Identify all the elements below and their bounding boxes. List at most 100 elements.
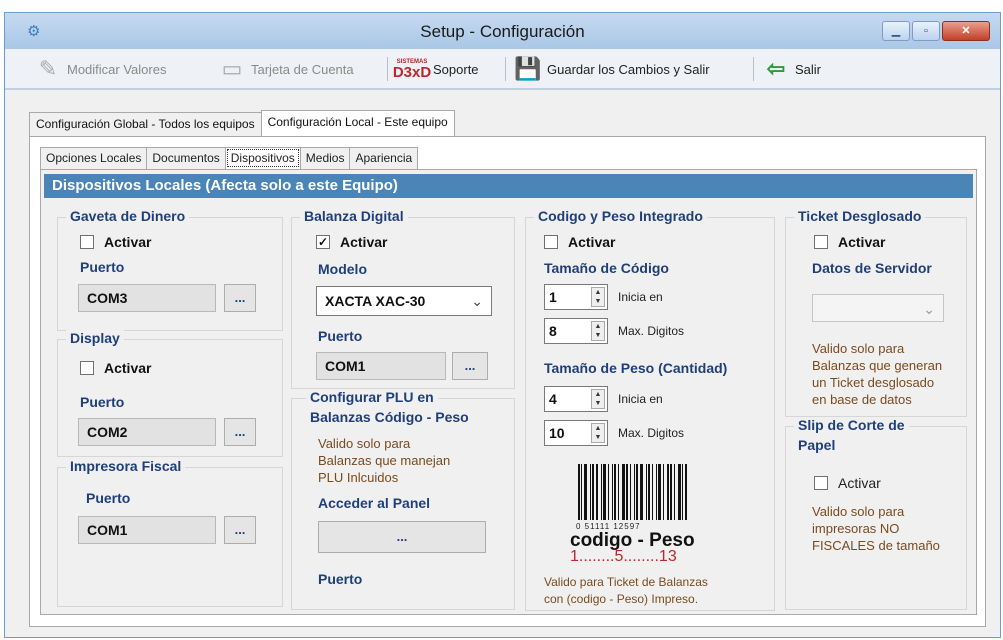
digital-scale-group: Balanza Digital ✓ Activar Modelo XACTA X… <box>291 208 515 389</box>
logo-main-text: D3xD <box>392 63 432 81</box>
tab-appearance[interactable]: Apariencia <box>349 147 419 169</box>
account-card-button[interactable]: ▭ Tarjeta de Cuenta <box>217 54 354 84</box>
fiscal-printer-port-field[interactable]: COM1 <box>78 516 216 544</box>
tab-local-options[interactable]: Opciones Locales <box>40 147 148 169</box>
group-title: Ticket Desglosado <box>794 208 926 224</box>
code-start-spinner[interactable]: 1 ▲ ▼ <box>544 284 608 310</box>
weight-max-label: Max. Digitos <box>618 426 685 440</box>
local-config-page: Opciones Locales Documentos Dispositivos… <box>29 136 986 627</box>
floppy-disk-icon: 💾 <box>514 56 542 81</box>
ticket-activate-checkbox[interactable]: Activar <box>814 234 885 250</box>
scale-activate-checkbox[interactable]: ✓ Activar <box>316 234 387 250</box>
barcode-bar <box>663 464 664 520</box>
modify-values-label: Modificar Valores <box>67 61 167 77</box>
itemized-ticket-group: Ticket Desglosado Activar Datos de Servi… <box>785 208 967 417</box>
note-line: Valido solo para <box>812 341 905 356</box>
spinner-arrows-icon[interactable]: ▲ ▼ <box>591 423 605 443</box>
display-port-field[interactable]: COM2 <box>78 418 216 446</box>
note-line: PLU Inlcuidos <box>318 470 399 485</box>
scale-port-field[interactable]: COM1 <box>316 352 446 380</box>
title-bar: ⚙ Setup - Configuración ▁ ▫ ✕ <box>5 13 1000 49</box>
tab-local-config[interactable]: Configuración Local - Este equipo <box>260 110 455 136</box>
access-panel-button[interactable]: ... <box>318 521 486 553</box>
sub-tab-strip: Opciones Locales Documentos Dispositivos… <box>40 147 419 169</box>
spinner-value: 8 <box>549 323 557 339</box>
barcode-bar <box>670 464 672 520</box>
weight-size-label: Tamaño de Peso (Cantidad) <box>544 360 728 376</box>
tab-documents[interactable]: Documentos <box>146 147 226 169</box>
exit-door-icon: ⇦ <box>766 56 786 81</box>
barcode-bar <box>608 464 609 520</box>
cash-drawer-port-field[interactable]: COM3 <box>78 284 216 312</box>
integrated-activate-checkbox[interactable]: Activar <box>544 234 615 250</box>
modify-values-button[interactable]: ✎ Modificar Valores <box>33 54 167 84</box>
tab-global-config[interactable]: Configuración Global - Todos los equipos <box>29 112 262 136</box>
d3xd-logo-icon: SISTEMAS D3xD <box>392 55 432 83</box>
spinner-arrows-icon[interactable]: ▲ ▼ <box>591 321 605 341</box>
note-line: Valido para Ticket de Balanzas <box>544 575 708 589</box>
note-line: Valido solo para <box>812 504 905 519</box>
note-line: Valido solo para <box>318 436 411 451</box>
spinner-value: 4 <box>549 391 557 407</box>
cash-drawer-activate-checkbox[interactable]: Activar <box>80 234 151 250</box>
cash-drawer-port-browse-button[interactable]: ... <box>224 284 256 312</box>
port-label: Puerto <box>318 328 363 344</box>
barcode-bar <box>640 464 643 520</box>
weight-max-spinner[interactable]: 10 ▲ ▼ <box>544 420 608 446</box>
barcode-bar <box>636 464 638 520</box>
display-port-browse-button[interactable]: ... <box>224 418 256 446</box>
close-button[interactable]: ✕ <box>942 21 990 41</box>
top-tab-strip: Configuración Global - Todos los equipos… <box>29 110 455 136</box>
toolbar-separator <box>505 57 506 81</box>
maximize-button[interactable]: ▫ <box>912 21 940 41</box>
server-data-label: Datos de Servidor <box>812 260 932 276</box>
barcode-bar <box>648 464 650 520</box>
slip-activate-checkbox[interactable]: Activar <box>814 475 881 491</box>
barcode-bar <box>678 464 681 520</box>
select-value: XACTA XAC-30 <box>325 293 426 309</box>
checkbox-box: ✓ <box>316 235 330 249</box>
port-label: Puerto <box>318 571 363 587</box>
note-line: Balanzas que generan <box>812 358 943 373</box>
plu-note: Valido solo para Balanzas que manejan PL… <box>318 435 450 486</box>
code-max-spinner[interactable]: 8 ▲ ▼ <box>544 318 608 344</box>
tab-media[interactable]: Medios <box>299 147 351 169</box>
weight-start-label: Inicia en <box>618 392 663 406</box>
barcode-bar <box>603 464 606 520</box>
scale-model-select[interactable]: XACTA XAC-30 ⌄ <box>316 286 492 316</box>
exit-button[interactable]: ⇦ Salir <box>761 54 821 84</box>
note-line: FISCALES de tamaño <box>812 538 940 553</box>
barcode-bar <box>656 464 657 520</box>
spinner-arrows-icon[interactable]: ▲ ▼ <box>591 287 605 307</box>
display-activate-checkbox[interactable]: Activar <box>80 360 151 376</box>
model-label: Modelo <box>318 261 367 277</box>
weight-start-spinner[interactable]: 4 ▲ ▼ <box>544 386 608 412</box>
card-icon: ▭ <box>221 56 243 81</box>
minimize-button[interactable]: ▁ <box>882 21 910 41</box>
barcode-bar <box>596 464 598 520</box>
port-label: Puerto <box>80 394 125 410</box>
toolbar-separator <box>387 57 388 81</box>
toolbar-separator <box>753 57 754 81</box>
barcode-bar <box>592 464 594 520</box>
barcode-image <box>578 464 690 520</box>
section-header: Dispositivos Locales (Afecta solo a este… <box>44 174 973 198</box>
spinner-arrows-icon[interactable]: ▲ ▼ <box>591 389 605 409</box>
barcode-positions: 1........5........13 <box>570 548 677 565</box>
barcode-bar <box>618 464 619 520</box>
save-exit-button[interactable]: 💾 Guardar los Cambios y Salir <box>513 54 709 84</box>
barcode-bar <box>578 464 580 520</box>
barcode-bar <box>685 464 687 520</box>
display-group: Display Activar Puerto COM2 ... <box>57 330 283 457</box>
server-data-select[interactable]: ⌄ <box>812 294 944 322</box>
cash-drawer-group: Gaveta de Dinero Activar Puerto COM3 ... <box>57 208 283 331</box>
port-label: Puerto <box>80 259 125 275</box>
group-title: Display <box>66 330 124 346</box>
scale-port-browse-button[interactable]: ... <box>452 352 488 380</box>
fiscal-printer-port-browse-button[interactable]: ... <box>224 516 256 544</box>
devices-page: Dispositivos Locales (Afecta solo a este… <box>40 169 977 615</box>
tab-devices[interactable]: Dispositivos <box>224 147 301 169</box>
integrated-code-weight-group: Codigo y Peso Integrado Activar Tamaño d… <box>525 208 775 611</box>
plu-config-group: Configurar PLU en Balanzas Código - Peso… <box>291 389 515 610</box>
support-button[interactable]: SISTEMAS D3xD Soporte <box>392 54 479 84</box>
